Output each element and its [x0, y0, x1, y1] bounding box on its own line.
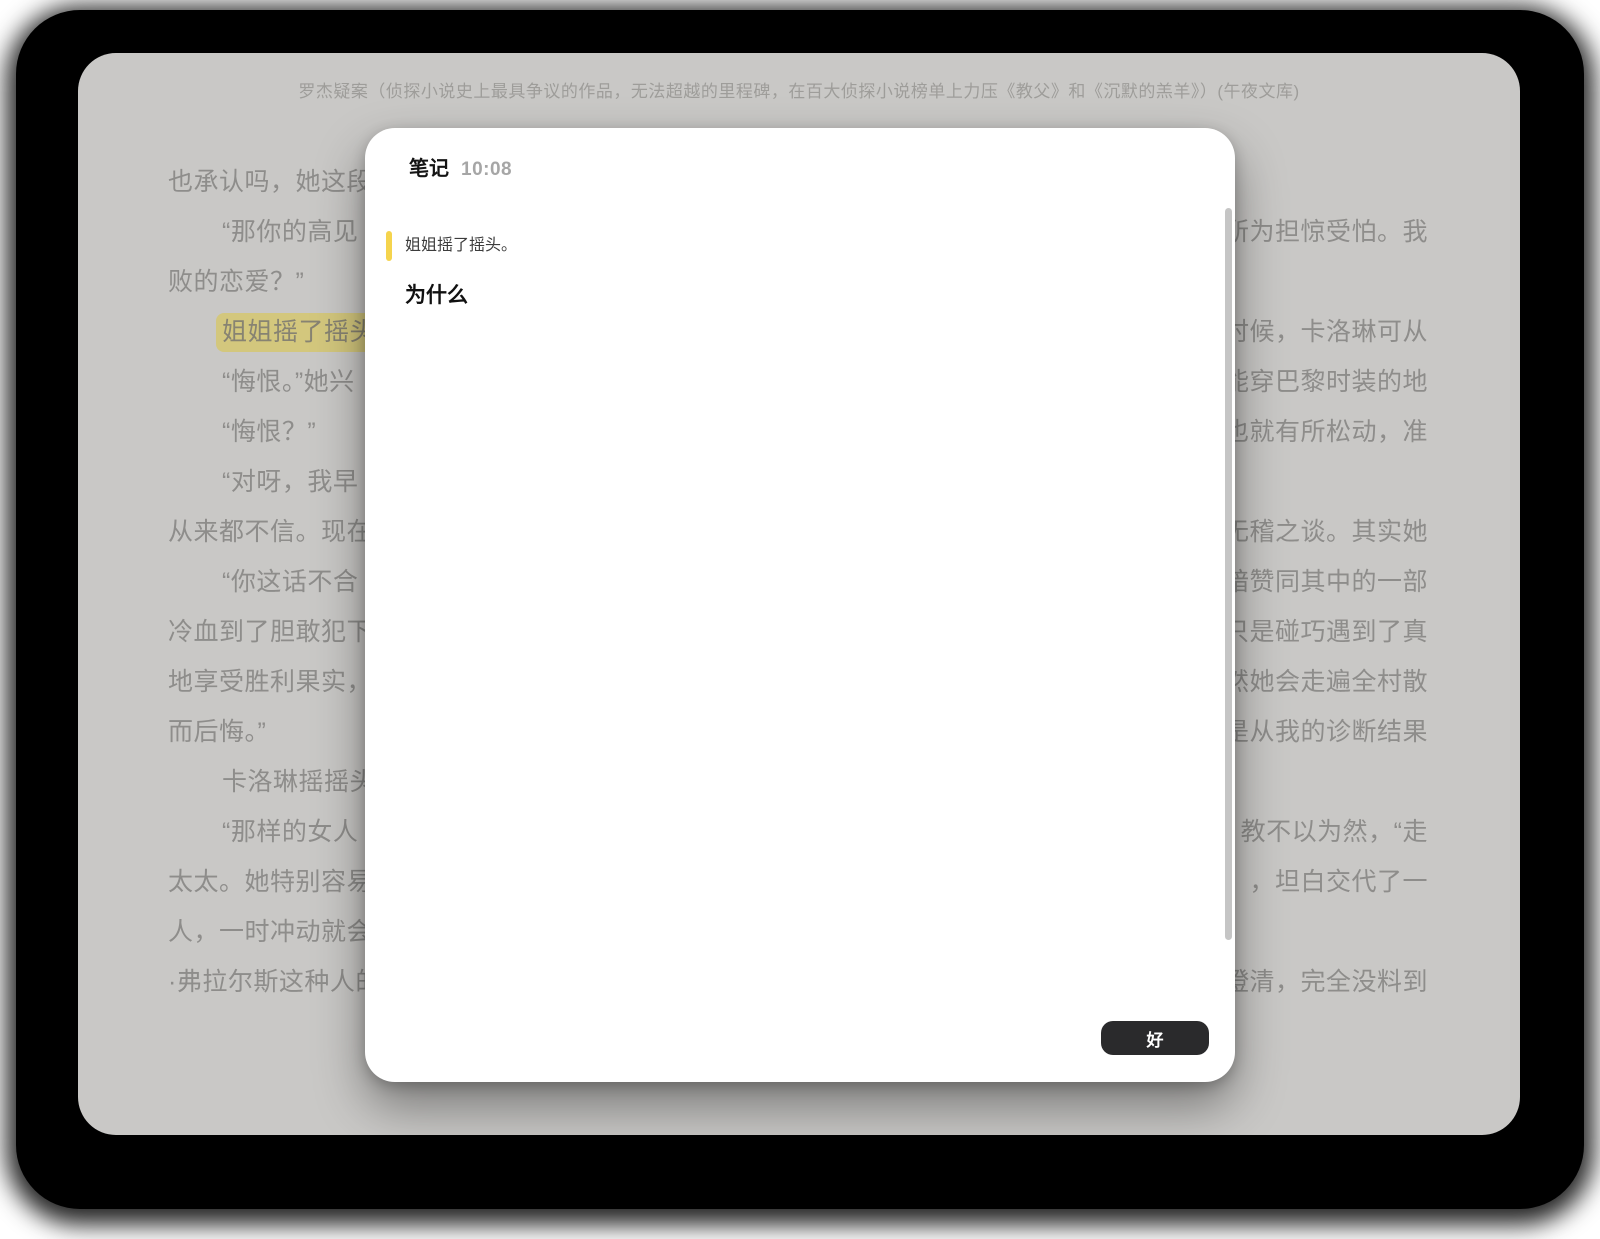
book-text-line: “你这话不合 — [222, 563, 358, 601]
book-text-line: 所为担惊受怕。我 — [1224, 213, 1428, 251]
book-text-line: 暗赞同其中的一部 — [1224, 563, 1428, 601]
highlighted-text[interactable]: 姐姐摇了摇头 — [216, 313, 385, 352]
book-title-header: 罗杰疑案（侦探小说史上最具争议的作品，无法超越的里程碑，在百大侦探小说榜单上力压… — [78, 82, 1520, 102]
book-text-line: 而后悔。” — [168, 713, 266, 751]
book-text-line: “那你的高见 — [222, 213, 358, 251]
book-text-line: 无稽之谈。其实她 — [1224, 513, 1428, 551]
book-text-line: “那样的女人 — [222, 813, 358, 851]
note-content: 为什么 — [405, 281, 1175, 311]
book-text-line: 能穿巴黎时装的地 — [1224, 363, 1428, 401]
book-text-line: 卡洛琳摇摇头 — [222, 763, 375, 801]
book-text-line: 地享受胜利果实， — [168, 663, 372, 701]
book-text-line: 然她会走遍全村散 — [1224, 663, 1428, 701]
book-text-line: 也就有所松动，准 — [1224, 413, 1428, 451]
book-text-line: ·弗拉尔斯这种人的 — [168, 963, 381, 1001]
note-timestamp: 10:08 — [461, 159, 512, 181]
quote-text: 姐姐摇了摇头。 — [405, 231, 517, 261]
ok-button[interactable]: 好 — [1101, 1021, 1209, 1055]
book-text-line: 只是碰巧遇到了真 — [1224, 613, 1428, 651]
book-text-line: 教不以为然，“走 — [1241, 813, 1428, 851]
book-text-line: 时候，卡洛琳可从 — [1224, 313, 1428, 351]
note-dialog-title: 笔记 — [409, 152, 449, 181]
scrollbar-thumb[interactable] — [1225, 208, 1232, 940]
book-text-line: ，坦白交代了一 — [1249, 863, 1428, 901]
quote-accent-bar — [386, 231, 392, 261]
book-text-line: 也承认吗，她这段 — [168, 163, 372, 201]
book-text-line: 姐姐摇了摇头 — [222, 313, 385, 351]
book-text-line: 冷血到了胆敢犯下 — [168, 613, 372, 651]
highlighted-quote-block: 姐姐摇了摇头。 — [386, 231, 1175, 261]
book-text-line: 太太。她特别容易 — [168, 863, 372, 901]
book-text-line: “对呀，我早 — [222, 463, 358, 501]
note-dialog-header: 笔记 10:08 — [409, 152, 1191, 180]
book-text-line: 澄清，完全没料到 — [1224, 963, 1428, 1001]
book-text-line: “悔恨？” — [222, 413, 316, 451]
book-text-line: “悔恨。”她兴 — [222, 363, 355, 401]
note-dialog: 笔记 10:08 姐姐摇了摇头。 为什么 好 — [365, 128, 1235, 1082]
book-text-line: 败的恋爱？” — [168, 263, 304, 301]
book-text-line: 人，一时冲动就会 — [168, 913, 372, 951]
book-text-line: 从来都不信。现在 — [168, 513, 372, 551]
book-text-line: 是从我的诊断结果 — [1224, 713, 1428, 751]
